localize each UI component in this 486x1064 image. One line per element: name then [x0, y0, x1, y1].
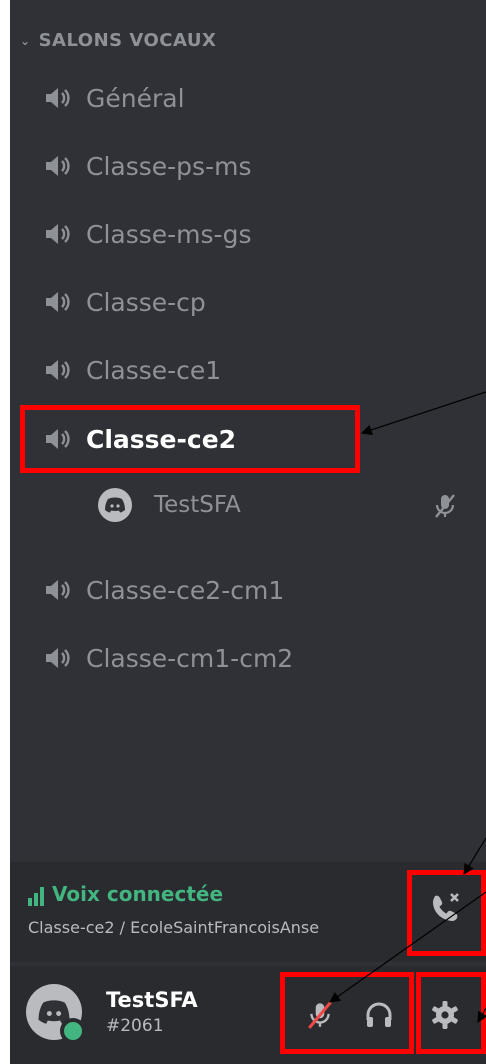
- discord-logo-icon: [105, 497, 125, 513]
- avatar: [98, 488, 132, 522]
- category-label: SALONS VOCAUX: [38, 30, 217, 51]
- speaker-icon: [46, 360, 70, 380]
- channel-item-classe-cm1-cm2[interactable]: Classe-cm1-cm2: [44, 633, 293, 683]
- online-status-icon: [60, 1018, 86, 1044]
- channel-item-general[interactable]: Général: [44, 73, 185, 123]
- channel-label: Classe-ce2-cm1: [86, 575, 285, 605]
- speaker-icon: [46, 88, 70, 108]
- channel-label: Classe-ms-gs: [86, 219, 252, 249]
- voice-user-name: TestSFA: [154, 492, 241, 518]
- channel-label: Classe-cp: [86, 287, 206, 317]
- chevron-down-icon: ⌄: [20, 33, 31, 48]
- speaker-icon: [46, 292, 70, 312]
- phone-disconnect-icon: [433, 893, 459, 921]
- speaker-icon: [46, 429, 70, 449]
- user-name: TestSFA: [106, 988, 198, 1012]
- voice-location[interactable]: Classe-ce2 / EcoleSaintFrancoisAnse: [28, 918, 398, 937]
- category-voice-channels[interactable]: ⌄ SALONS VOCAUX: [20, 30, 216, 51]
- channel-item-classe-ps-ms[interactable]: Classe-ps-ms: [44, 141, 251, 191]
- channel-item-classe-ms-gs[interactable]: Classe-ms-gs: [44, 209, 251, 259]
- microphone-muted-icon: [308, 1001, 332, 1029]
- voice-connection-panel: Voix connectée Classe-ce2 / EcoleSaintFr…: [10, 862, 486, 962]
- signal-bars-icon: [28, 887, 46, 906]
- speaker-icon: [46, 156, 70, 176]
- speaker-icon: [46, 648, 70, 668]
- channel-item-classe-ce2-cm1[interactable]: Classe-ce2-cm1: [44, 565, 284, 615]
- disconnect-button[interactable]: [415, 876, 477, 938]
- headphones-icon: [366, 1002, 392, 1027]
- channel-label: Classe-cm1-cm2: [86, 643, 294, 673]
- channel-label: Classe-ce2: [86, 424, 237, 454]
- channel-label: Classe-ce1: [86, 355, 222, 385]
- speaker-icon: [46, 224, 70, 244]
- mute-button[interactable]: [297, 992, 343, 1038]
- microphone-muted-icon: [435, 494, 455, 518]
- user-panel: TestSFA #2061: [10, 966, 486, 1064]
- channel-item-classe-ce2[interactable]: Classe-ce2: [44, 414, 236, 464]
- user-avatar[interactable]: [26, 984, 86, 1044]
- user-tag: #2061: [106, 1016, 164, 1036]
- speaker-icon: [46, 580, 70, 600]
- voice-status-label: Voix connectée: [52, 882, 224, 906]
- deafen-button[interactable]: [356, 992, 402, 1038]
- channel-label: Général: [86, 83, 185, 113]
- voice-user-item[interactable]: TestSFA: [98, 480, 458, 530]
- channel-item-classe-ce1[interactable]: Classe-ce1: [44, 345, 221, 395]
- voice-status[interactable]: Voix connectée: [28, 882, 223, 906]
- settings-button[interactable]: [422, 992, 468, 1038]
- channel-label: Classe-ps-ms: [86, 151, 252, 181]
- channel-item-classe-cp[interactable]: Classe-cp: [44, 277, 206, 327]
- gear-icon: [432, 1001, 458, 1029]
